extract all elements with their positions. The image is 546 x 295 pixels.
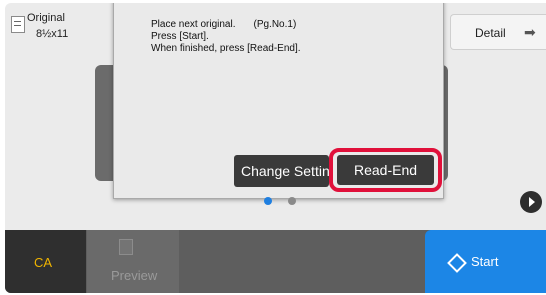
preview-icon xyxy=(119,239,133,255)
read-end-highlight: Read-End xyxy=(329,148,442,192)
preview-button[interactable]: Preview xyxy=(87,230,179,293)
next-page-arrow-icon[interactable] xyxy=(520,191,542,213)
preview-label: Preview xyxy=(111,268,158,283)
start-button[interactable]: Start xyxy=(425,230,546,293)
start-icon xyxy=(447,253,467,273)
original-label: Original xyxy=(27,12,65,24)
detail-label: Detail xyxy=(475,26,506,40)
page-dot[interactable] xyxy=(288,197,296,205)
dialog-instruction: Place next original. xyxy=(151,19,236,30)
bottom-bar: CA Preview Start xyxy=(5,230,546,293)
copy-screen: Original 8½x11 Detail ➡ Place next origi… xyxy=(5,3,546,293)
arrow-right-icon: ➡ xyxy=(524,24,536,40)
start-label: Start xyxy=(471,254,499,269)
next-original-dialog: Place next original. (Pg.No.1) Press [Sta… xyxy=(113,3,444,199)
change-settings-button[interactable]: Change Settin xyxy=(234,155,329,187)
original-size: 8½x11 xyxy=(36,28,69,40)
page-dot-active[interactable] xyxy=(264,197,272,205)
ca-button[interactable]: CA xyxy=(5,230,86,293)
original-size-indicator[interactable]: Original 8½x11 xyxy=(11,12,101,52)
ca-label: CA xyxy=(34,255,53,270)
detail-button[interactable]: Detail ➡ xyxy=(450,14,546,50)
dialog-message-line1: Place next original. (Pg.No.1) xyxy=(151,19,296,30)
page-number: (Pg.No.1) xyxy=(253,19,297,30)
dialog-message-line3: When finished, press [Read-End]. xyxy=(151,43,301,54)
document-icon xyxy=(11,16,25,33)
read-end-button[interactable]: Read-End xyxy=(337,155,434,185)
dialog-message-line2: Press [Start]. xyxy=(151,31,209,42)
